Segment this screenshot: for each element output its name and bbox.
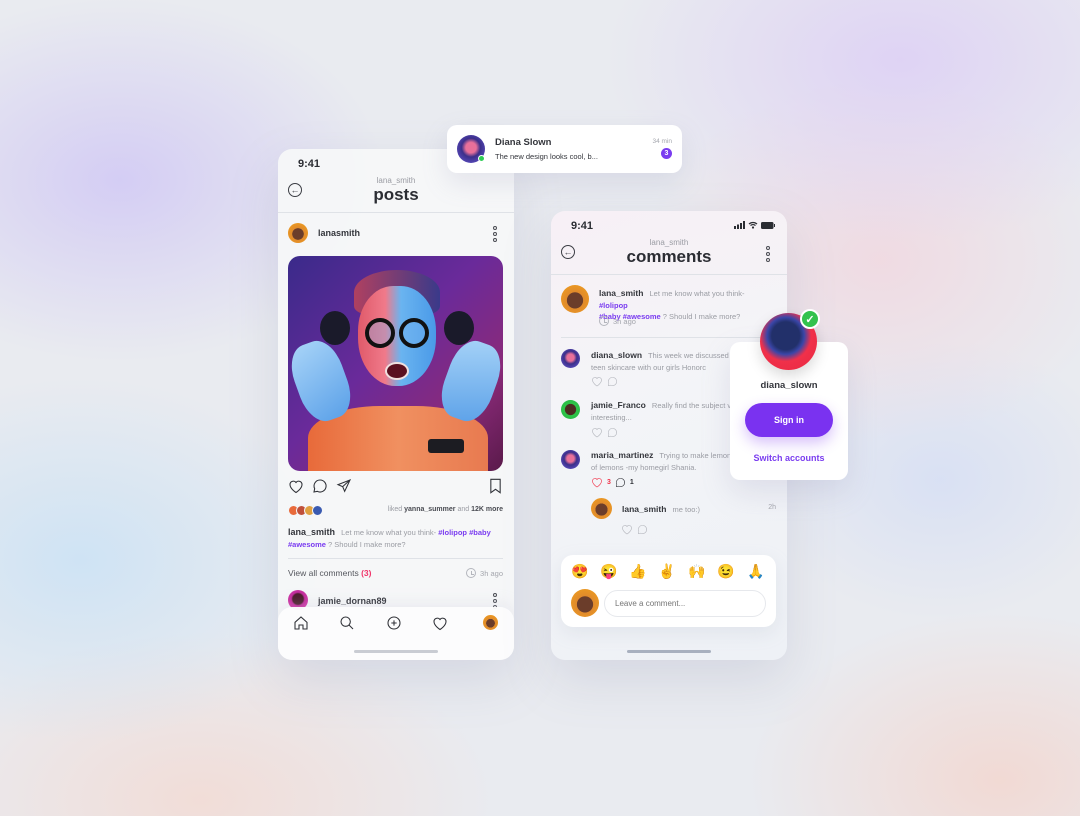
reply-icon[interactable] <box>607 376 618 387</box>
emoji-victory[interactable]: ✌️ <box>658 564 675 578</box>
home-indicator <box>354 650 438 653</box>
verified-check-icon: ✓ <box>800 309 820 329</box>
reply-icon[interactable] <box>637 524 648 535</box>
liked-by-avatars[interactable] <box>288 505 323 516</box>
original-author-avatar[interactable] <box>561 285 589 313</box>
comment-button[interactable] <box>311 477 329 495</box>
reply-count: 1 <box>629 479 634 486</box>
like-button[interactable] <box>287 477 305 495</box>
post-image[interactable] <box>288 256 503 471</box>
comment-avatar[interactable] <box>561 400 580 419</box>
home-indicator <box>627 650 711 653</box>
account-switcher-card: ✓ diana_slown Sign in Switch accounts <box>730 309 848 480</box>
reply-icon[interactable] <box>615 477 626 488</box>
plus-circle-icon <box>387 616 401 630</box>
nav-search[interactable] <box>338 614 356 632</box>
post-author-avatar[interactable] <box>288 223 308 243</box>
status-time: 9:41 <box>571 220 594 232</box>
save-button[interactable] <box>486 477 504 495</box>
comment-actions: 3 1 <box>591 477 634 488</box>
reply-avatar[interactable] <box>591 498 612 519</box>
back-button[interactable]: ← <box>561 245 575 259</box>
emoji-pray[interactable]: 🙏 <box>747 564 764 578</box>
post-time: 3h ago <box>466 568 503 578</box>
send-icon <box>336 479 352 493</box>
bottom-nav <box>278 607 514 660</box>
unread-badge: 3 <box>661 148 672 159</box>
share-button[interactable] <box>335 477 353 495</box>
liked-by-text[interactable]: liked yanna_summer and 12K more <box>388 506 503 513</box>
status-icons <box>734 221 775 229</box>
back-button[interactable]: ← <box>288 183 302 197</box>
sign-in-button[interactable]: Sign in <box>745 403 833 437</box>
emoji-thumbs-up[interactable]: 👍 <box>629 564 646 578</box>
heart-icon[interactable] <box>591 427 603 438</box>
header-divider <box>278 212 514 213</box>
more-options-icon[interactable] <box>493 226 497 242</box>
comment-avatar[interactable] <box>561 450 580 469</box>
emoji-wink[interactable]: 😉 <box>717 564 734 578</box>
reply-time: 2h <box>768 504 776 511</box>
arrow-left-icon: ← <box>563 246 573 257</box>
original-post-time: 3h ago <box>599 316 636 326</box>
page-title: posts <box>373 185 419 204</box>
wifi-icon <box>748 221 758 229</box>
heart-icon <box>289 480 303 493</box>
nav-home[interactable] <box>292 614 310 632</box>
search-icon <box>340 616 354 630</box>
comment-bubble-icon <box>313 479 327 493</box>
message-notification[interactable]: Diana Slown The new design looks cool, b… <box>447 125 682 173</box>
comment-actions <box>591 376 618 387</box>
heart-icon[interactable] <box>591 477 603 488</box>
comment-composer: 😍 😜 👍 ✌️ 🙌 😉 🙏 <box>561 555 776 627</box>
comment-actions <box>591 427 618 438</box>
notification-message: The new design looks cool, b... <box>495 152 598 161</box>
next-post-author[interactable]: jamie_dornan89 <box>318 596 387 606</box>
page-title: comments <box>626 247 712 266</box>
posts-screen: 9:41 lana_smith posts ← lanasmith liked <box>278 149 514 660</box>
status-time: 9:41 <box>298 158 321 170</box>
signal-icon <box>734 221 745 229</box>
reply-actions <box>621 524 648 535</box>
clock-icon <box>466 568 477 578</box>
online-status-dot <box>478 155 485 162</box>
reply-icon[interactable] <box>607 427 618 438</box>
caption-username[interactable]: lana_smith <box>288 527 335 537</box>
comment-input[interactable] <box>604 590 766 617</box>
heart-icon[interactable] <box>591 376 603 387</box>
post-author-name[interactable]: lanasmith <box>318 228 360 238</box>
like-count: 3 <box>607 479 611 486</box>
original-divider <box>561 337 776 338</box>
clock-icon <box>599 316 609 326</box>
more-options-icon[interactable] <box>766 246 770 262</box>
notification-time: 34 min <box>652 138 672 145</box>
home-icon <box>294 616 308 630</box>
header-username: lana_smith <box>376 176 416 185</box>
caption-divider <box>288 558 503 559</box>
header-divider <box>551 274 787 275</box>
post-caption: lana_smith Let me know what you think- #… <box>288 527 491 549</box>
nav-add[interactable] <box>385 614 403 632</box>
heart-icon <box>433 617 447 630</box>
notification-sender: Diana Slown <box>495 137 552 148</box>
view-all-comments-link[interactable]: View all comments (3) <box>288 568 371 578</box>
account-username: diana_slown <box>760 380 818 391</box>
battery-icon <box>761 221 775 229</box>
bookmark-icon <box>489 478 501 494</box>
emoji-raised-hands[interactable]: 🙌 <box>688 564 705 578</box>
header-username: lana_smith <box>649 238 689 247</box>
reply-text: lana_smith me too:) <box>622 504 701 514</box>
nav-profile-avatar[interactable] <box>483 615 498 630</box>
hashtags[interactable]: #lolipop #baby <box>438 528 491 537</box>
arrow-left-icon: ← <box>290 184 300 195</box>
emoji-winking-tongue[interactable]: 😜 <box>600 564 617 578</box>
comment-avatar[interactable] <box>561 349 580 368</box>
heart-icon[interactable] <box>621 524 633 535</box>
nav-activity[interactable] <box>431 614 449 632</box>
switch-accounts-link[interactable]: Switch accounts <box>730 453 848 463</box>
emoji-heart-eyes[interactable]: 😍 <box>571 564 588 578</box>
current-user-avatar <box>571 589 599 617</box>
hashtag[interactable]: #awesome <box>288 540 326 549</box>
